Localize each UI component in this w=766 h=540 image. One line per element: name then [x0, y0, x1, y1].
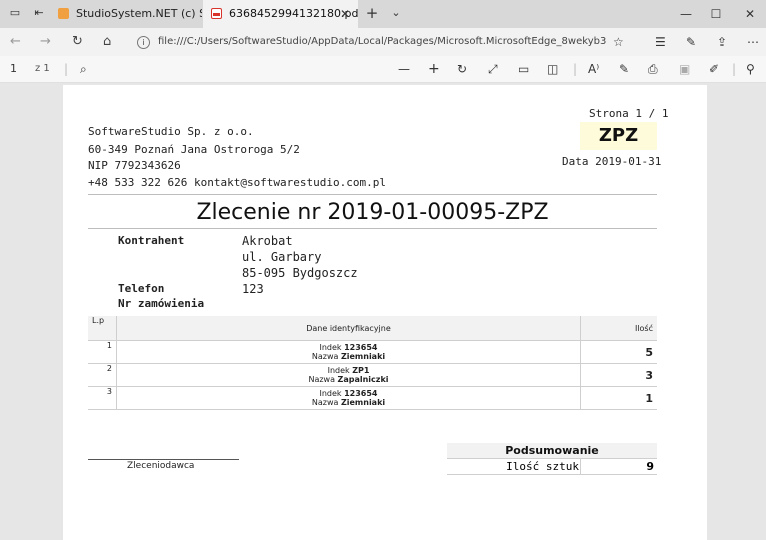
col-lp-header: L.p: [88, 316, 117, 341]
row-qty: 3: [580, 363, 657, 387]
phone-label: Telefon: [118, 282, 165, 295]
toolbar-divider-2: |: [573, 62, 578, 76]
contractor-street: ul. Garbary: [242, 250, 322, 264]
summary-divider: [580, 459, 581, 474]
forward-arrow-icon[interactable]: →: [40, 34, 51, 50]
favorite-star-icon[interactable]: ☆: [613, 34, 624, 50]
row-lp: 2: [88, 363, 117, 387]
pdf-toolbar: 1 z 1 | ⌕ — + ↻ ⤢ ▭ ◫ | A⁾ ✎ ⎙ ▣ ✐ | ⚲: [0, 56, 766, 83]
items-table: L.p Dane identyfikacyjne Ilość 1 Indek 1…: [88, 316, 657, 410]
zoom-out-icon[interactable]: —: [398, 61, 410, 77]
fit-to-page-icon[interactable]: ⤢: [488, 61, 498, 77]
address-input[interactable]: i file:///C:/Users/SoftwareStudio/AppData…: [137, 33, 607, 51]
print-icon[interactable]: ⎙: [648, 61, 658, 77]
row-lp: 3: [88, 386, 117, 410]
more-menu-icon[interactable]: ⋯: [747, 34, 759, 50]
studiosystem-favicon-icon: [58, 8, 69, 19]
save-icon[interactable]: ▣: [679, 61, 690, 77]
company-name: SoftwareStudio Sp. z o.o.: [88, 125, 254, 138]
page-number-input[interactable]: 1: [10, 61, 17, 77]
document-title: Zlecenie nr 2019-01-00095-ZPZ: [196, 200, 549, 225]
draw-icon[interactable]: ✎: [619, 61, 629, 77]
home-icon[interactable]: ⌂: [103, 34, 111, 50]
summary-row: Ilość sztuk 9: [447, 458, 657, 475]
summary-header: Podsumowanie: [447, 443, 657, 458]
page-total: z 1: [35, 63, 50, 74]
share-icon[interactable]: ⇪: [717, 34, 727, 50]
row-lp: 1: [88, 340, 117, 364]
company-address: 60-349 Poznań Jana Ostroroga 5/2: [88, 143, 300, 156]
doc-type-badge: ZPZ: [580, 122, 657, 150]
row-qty: 5: [580, 340, 657, 364]
company-contact: +48 533 322 626 kontakt@softwarestudio.c…: [88, 176, 387, 189]
pdf-favicon-icon: [211, 8, 222, 19]
contractor-name: Akrobat: [242, 234, 293, 248]
divider-title: [88, 228, 657, 229]
tab-pdf[interactable]: 6368452994132180.pdf ✕: [203, 0, 358, 28]
favorites-list-icon[interactable]: ☰: [655, 34, 666, 50]
pin-toolbar-icon[interactable]: ⚲: [746, 61, 755, 77]
page-view-icon[interactable]: ▭: [518, 61, 529, 77]
refresh-icon[interactable]: ↻: [72, 34, 83, 50]
divider-top: [88, 194, 657, 195]
signature-line: [88, 459, 239, 460]
toolbar-divider-3: |: [732, 62, 737, 76]
search-icon[interactable]: ⌕: [80, 61, 87, 77]
document-date: Data 2019-01-31: [562, 155, 662, 168]
contractor-city: 85-095 Bydgoszcz: [242, 266, 358, 280]
company-nip: NIP 7792343626: [88, 159, 181, 172]
new-tab-icon[interactable]: +: [365, 6, 379, 21]
back-arrow-icon[interactable]: ←: [10, 34, 21, 50]
toolbar-divider: |: [64, 62, 69, 76]
row-dane: Indek ZP1 Nazwa Zapalniczki: [116, 363, 581, 387]
phone-value: 123: [242, 282, 264, 296]
order-number-label: Nr zamówienia: [118, 297, 205, 310]
col-dane-header: Dane identyfikacyjne: [116, 316, 581, 341]
address-bar-row: ← → ↻ ⌂ i file:///C:/Users/SoftwareStudio…: [0, 28, 766, 56]
page-label: Strona 1 / 1: [589, 107, 669, 120]
signature-label: Zleceniodawca: [127, 461, 195, 471]
row-qty: 1: [580, 386, 657, 410]
table-row: 1 Indek 123654 Nazwa Ziemniaki 5: [88, 340, 657, 364]
two-page-view-icon[interactable]: ◫: [547, 61, 558, 77]
tab-actions-icon[interactable]: ▭: [8, 6, 22, 20]
table-header-row: L.p Dane identyfikacyjne Ilość: [88, 316, 657, 341]
close-window-icon[interactable]: ✕: [730, 0, 766, 28]
tab-preview-chevron-icon[interactable]: ⌄: [389, 6, 403, 20]
zoom-in-icon[interactable]: +: [428, 61, 440, 77]
summary-label: Ilość sztuk: [506, 460, 579, 473]
save-as-icon[interactable]: ✐: [709, 61, 719, 77]
contractor-label: Kontrahent: [118, 234, 185, 247]
table-row: 2 Indek ZP1 Nazwa Zapalniczki 3: [88, 363, 657, 387]
close-tab-icon[interactable]: ✕: [340, 0, 350, 28]
site-info-icon[interactable]: i: [137, 36, 150, 49]
table-row: 3 Indek 123654 Nazwa Ziemniaki 1: [88, 386, 657, 410]
read-aloud-icon[interactable]: A⁾: [588, 61, 599, 77]
rotate-icon[interactable]: ↻: [457, 61, 467, 77]
pen-notes-icon[interactable]: ✎: [686, 34, 696, 50]
col-ilosc-header: Ilość: [580, 316, 657, 341]
summary-value: 9: [646, 460, 654, 473]
row-dane: Indek 123654 Nazwa Ziemniaki: [116, 386, 581, 410]
tab-bar: ▭ ⇤ StudioSystem.NET (c) Softw 636845299…: [0, 0, 766, 28]
tab-studiosystem[interactable]: StudioSystem.NET (c) Softw: [50, 0, 202, 28]
row-dane: Indek 123654 Nazwa Ziemniaki: [116, 340, 581, 364]
set-aside-tabs-icon[interactable]: ⇤: [32, 6, 46, 20]
